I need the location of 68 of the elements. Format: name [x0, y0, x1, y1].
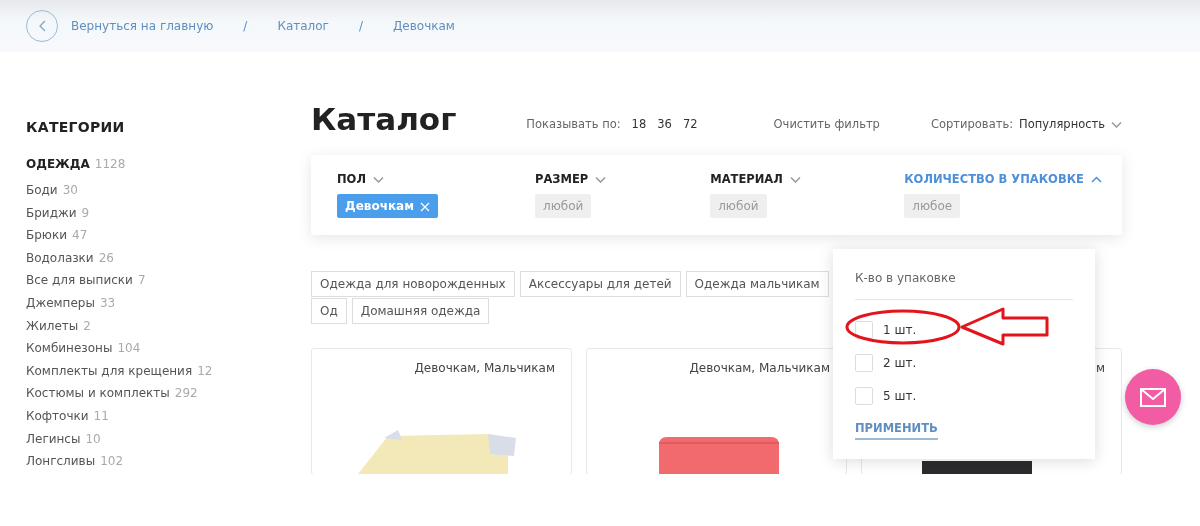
chevron-down-icon	[789, 175, 801, 184]
category-link[interactable]: Костюмы и комплекты	[26, 386, 170, 401]
per-page-label: Показывать по:	[526, 115, 621, 133]
product-card[interactable]: Девочкам, Мальчикам	[586, 348, 847, 474]
close-icon	[419, 201, 430, 212]
category-link[interactable]: Жилеты	[26, 318, 79, 333]
chevron-down-icon	[595, 175, 607, 184]
category-tag[interactable]: Од	[311, 298, 347, 324]
clear-filter-link[interactable]: Очистить фильтр	[773, 115, 880, 133]
category-group[interactable]: ОДЕЖДА	[26, 157, 90, 171]
category-count: 10	[85, 431, 101, 446]
category-tag[interactable]: Одежда мальчикам	[685, 271, 829, 297]
category-tag[interactable]: Одежда для новорожденных	[311, 271, 515, 297]
checkbox-label[interactable]: 1 шт.	[883, 320, 917, 339]
checkbox[interactable]	[855, 320, 873, 339]
mail-icon	[1140, 387, 1166, 407]
checkbox-label[interactable]: 5 шт.	[883, 386, 917, 405]
category-link[interactable]: Боди	[26, 183, 58, 197]
category-link[interactable]: Бриджи	[26, 205, 77, 220]
page-title: Каталог	[311, 104, 457, 135]
category-count: 11	[93, 408, 109, 423]
chevron-up-icon	[1090, 175, 1102, 184]
category-link[interactable]: Все для выписки	[26, 273, 133, 288]
category-tag[interactable]: Домашняя одежда	[351, 298, 490, 324]
mail-button[interactable]	[1125, 369, 1181, 425]
sort-label: Сортировать:	[931, 115, 1014, 133]
category-count: 292	[174, 386, 198, 401]
checkbox-label[interactable]: 2 шт.	[883, 353, 917, 372]
chevron-down-icon	[1111, 120, 1122, 129]
category-link[interactable]: Брюки	[26, 228, 67, 243]
category-count: 7	[137, 273, 146, 288]
category-count: 2	[83, 318, 91, 333]
per-page-option[interactable]: 36	[657, 115, 672, 133]
breadcrumb-separator: /	[243, 18, 248, 35]
product-tags: м	[1095, 359, 1105, 377]
chevron-left-icon	[37, 20, 47, 32]
category-count: 33	[99, 295, 116, 310]
category-link[interactable]: Водолазки	[26, 250, 94, 265]
category-count: 30	[62, 183, 78, 197]
filter-label[interactable]: ПОЛ	[337, 171, 366, 189]
category-count: 26	[98, 250, 114, 265]
product-card[interactable]: Девочкам, Мальчикам	[311, 348, 572, 474]
sort-dropdown[interactable]: Популярность	[1019, 115, 1105, 133]
category-count: 12	[197, 363, 213, 378]
category-count: 9	[81, 205, 90, 220]
category-link[interactable]: Легинсы	[26, 431, 81, 446]
category-count: 1128	[94, 157, 126, 171]
chevron-down-icon	[372, 175, 384, 184]
category-count: 102	[100, 454, 124, 469]
checkbox[interactable]	[855, 386, 873, 405]
product-tags: Девочкам, Мальчикам	[689, 359, 830, 377]
category-count: 47	[72, 228, 88, 243]
product-tags: Девочкам, Мальчикам	[414, 359, 555, 377]
filter-label[interactable]: МАТЕРИАЛ	[710, 171, 783, 189]
dropdown-title: К-во в упаковке	[855, 269, 1073, 300]
category-link[interactable]: Джемперы	[26, 295, 95, 310]
checkbox[interactable]	[855, 353, 873, 372]
category-link[interactable]: Комплекты для крещения	[26, 363, 193, 378]
breadcrumb-separator: /	[358, 18, 363, 35]
category-link[interactable]: Кофточки	[26, 408, 89, 423]
sidebar-title: КАТЕГОРИИ	[26, 118, 126, 137]
per-page-option[interactable]: 72	[682, 115, 698, 133]
filter-label[interactable]: РАЗМЕР	[535, 171, 589, 189]
category-link[interactable]: Лонгсливы	[26, 454, 96, 469]
category-count: 104	[117, 341, 141, 356]
category-tag[interactable]: Аксессуары для детей	[519, 271, 681, 297]
per-page-option[interactable]: 18	[631, 115, 647, 133]
category-link[interactable]: Комбинезоны	[26, 341, 113, 356]
